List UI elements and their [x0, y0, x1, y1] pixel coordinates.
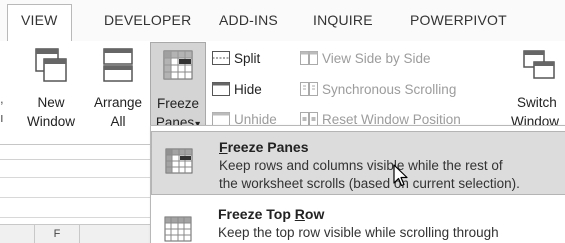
tab-powerpivot[interactable]: POWERPIVOT [410, 10, 507, 30]
menu-item-title: Freeze Panes [219, 139, 309, 155]
freeze-panes-label: Freeze [156, 96, 200, 111]
view-side-by-side-button[interactable]: View Side by Side [300, 49, 431, 69]
excel-window: VIEW DEVELOPER ADD-INS INQUIRE POWERPIVO… [0, 0, 565, 243]
tab-inquire[interactable]: INQUIRE [313, 10, 373, 30]
column-header-f[interactable]: F [34, 224, 80, 243]
arrange-all-label: All [110, 114, 126, 129]
freeze-panes-icon [165, 148, 193, 174]
synchronous-scrolling-button[interactable]: Synchronous Scrolling [300, 80, 456, 100]
menu-item-freeze-panes[interactable]: Freeze Panes Keep rows and columns visib… [151, 131, 565, 195]
new-window-label: Window [26, 114, 75, 129]
gridline [0, 197, 150, 198]
tab-developer[interactable]: DEVELOPER [104, 10, 191, 30]
menu-item-description: Keep the top row visible while scrolling… [218, 225, 499, 240]
switch-windows-button[interactable]: Switch Window [509, 42, 565, 135]
menu-item-title: Freeze Top Row [218, 206, 324, 222]
clipped-label: ı [0, 110, 4, 125]
split-button[interactable]: Split [212, 49, 260, 69]
view-side-by-side-icon [300, 51, 318, 66]
split-label: Split [234, 51, 261, 66]
menu-item-description: Keep rows and columns visible while the … [219, 158, 503, 173]
arrange-all-label: Arrange [93, 95, 143, 110]
ribbon-tab-bar: VIEW DEVELOPER ADD-INS INQUIRE POWERPIVO… [0, 0, 565, 42]
menu-item-freeze-top-row[interactable]: Freeze Top Row Keep the top row visible … [151, 202, 565, 243]
freeze-top-row-icon [164, 216, 192, 242]
arrange-all-button[interactable]: Arrange All [89, 42, 147, 135]
new-window-icon [35, 48, 67, 82]
synchronous-scrolling-label: Synchronous Scrolling [322, 82, 457, 97]
hide-button[interactable]: Hide [212, 80, 262, 100]
synchronous-scrolling-icon [300, 82, 318, 97]
freeze-panes-menu: Freeze Panes Keep rows and columns visib… [150, 125, 565, 243]
column-header-next[interactable] [80, 224, 150, 243]
hide-label: Hide [234, 82, 262, 97]
column-header-blank[interactable] [0, 224, 34, 243]
gridline [0, 217, 150, 218]
freeze-panes-button[interactable]: Freeze Panes▾ [150, 42, 206, 135]
view-side-by-side-label: View Side by Side [322, 51, 431, 66]
clipped-label: , [0, 91, 4, 106]
switch-windows-label: Switch [517, 95, 557, 110]
hide-icon [212, 82, 230, 97]
title-text: reeze Panes [227, 139, 309, 155]
menu-item-description: the worksheet scrolls (based on current … [219, 176, 520, 191]
clipped-previous-group: , ı [0, 89, 5, 127]
accelerator-key: R [294, 206, 305, 222]
tab-view[interactable]: VIEW [7, 4, 72, 41]
mouse-cursor-icon [393, 164, 408, 187]
new-window-label: New [37, 95, 65, 110]
tab-add-ins[interactable]: ADD-INS [219, 10, 278, 30]
gridline [0, 177, 150, 178]
title-text: ow [304, 206, 325, 222]
arrange-all-icon [103, 48, 133, 82]
accelerator-key: F [219, 139, 228, 155]
new-window-button[interactable]: New Window [26, 42, 76, 135]
switch-windows-icon [523, 50, 555, 79]
title-text: Freeze Top [218, 206, 295, 222]
split-icon [212, 51, 230, 66]
freeze-panes-icon [163, 50, 193, 80]
